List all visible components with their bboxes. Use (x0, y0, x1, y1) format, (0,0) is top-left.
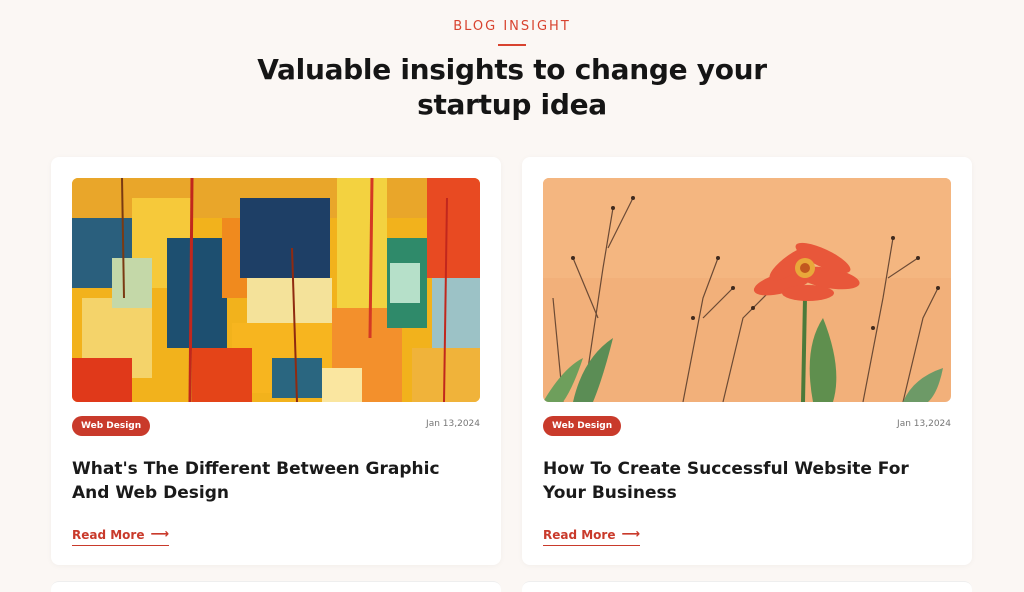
category-badge[interactable]: Web Design (72, 416, 151, 436)
blog-card[interactable]: Web Design Jan 13,2024 What's The Differ… (51, 157, 501, 565)
post-date: Jan 13,2024 (426, 419, 480, 429)
category-badge[interactable]: Web Design (543, 416, 622, 436)
abstract-painting-image[interactable] (72, 178, 480, 402)
post-date: Jan 13,2024 (897, 419, 951, 429)
section-headline: Valuable insights to change your startup… (257, 53, 767, 121)
arrow-right-icon: ⟶ (150, 527, 170, 542)
read-more-label: Read More (72, 528, 145, 542)
read-more-label: Read More (543, 528, 616, 542)
section-eyebrow: BLOG INSIGHT (453, 19, 571, 34)
read-more-link[interactable]: Read More ⟶ (72, 527, 170, 546)
post-title[interactable]: What's The Different Between Graphic And… (72, 457, 472, 505)
blog-card[interactable]: Web Design Jan 13,2024 How To Create Suc… (522, 157, 972, 565)
red-flower-image[interactable] (543, 178, 951, 402)
post-title[interactable]: How To Create Successful Website For You… (543, 457, 943, 505)
eyebrow-divider (498, 44, 526, 46)
read-more-link[interactable]: Read More ⟶ (543, 527, 641, 546)
arrow-right-icon: ⟶ (621, 527, 641, 542)
